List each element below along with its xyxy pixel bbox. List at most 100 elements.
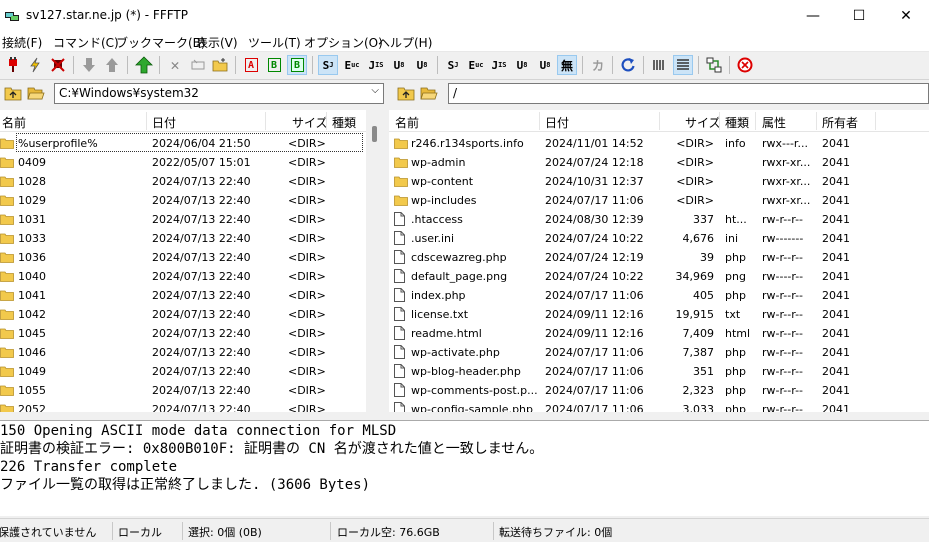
local-header-size[interactable]: サイズ xyxy=(292,114,328,131)
remote-table-row[interactable]: cdscewazreg.php 2024/07/24 12:19 39 php rw-r… xyxy=(389,248,929,267)
local-table-row[interactable]: 1055 2024/07/13 22:40 <DIR> xyxy=(0,381,366,400)
menu-bookmark[interactable]: ブックマーク(B) xyxy=(116,34,206,51)
new-folder-icon[interactable] xyxy=(210,55,230,75)
remote-header-date[interactable]: 日付 xyxy=(545,114,569,131)
kana-conversion-button[interactable]: カ xyxy=(588,55,608,75)
local-header-date[interactable]: 日付 xyxy=(152,114,176,131)
local-table-row[interactable]: 1042 2024/07/13 22:40 <DIR> xyxy=(0,305,366,324)
local-table-row[interactable]: 1036 2024/07/13 22:40 <DIR> xyxy=(0,248,366,267)
remote-table-row[interactable]: r246.r134sports.info 2024/11/01 14:52 <DIR… xyxy=(389,134,929,153)
remote-table-row[interactable]: .htaccess 2024/08/30 12:39 337 ht... rw-r--r… xyxy=(389,210,929,229)
euc-kanji-button[interactable]: Euc xyxy=(342,55,362,75)
download-icon[interactable] xyxy=(79,55,99,75)
remote-file-owner: 2041 xyxy=(822,289,850,302)
quick-connect-icon[interactable] xyxy=(25,55,45,75)
upload-icon[interactable] xyxy=(102,55,122,75)
delete-icon[interactable]: ✕ xyxy=(165,55,185,75)
local-header-name[interactable]: 名前 xyxy=(2,114,26,131)
sync-folders-icon[interactable] xyxy=(704,55,724,75)
remote-utf8-bom-button[interactable]: U8 xyxy=(535,55,555,75)
local-file-size: <DIR> xyxy=(288,384,326,397)
local-table-row[interactable]: 2052 2024/07/13 22:40 <DIR> xyxy=(0,400,366,412)
remote-file-owner: 2041 xyxy=(822,308,850,321)
remote-header-owner[interactable]: 所有者 xyxy=(822,114,858,131)
menu-command[interactable]: コマンド(C) xyxy=(53,34,119,51)
sjis-kanji-button[interactable]: SJ xyxy=(318,55,338,75)
remote-file-size: <DIR> xyxy=(676,175,714,188)
local-table-row[interactable]: 1049 2024/07/13 22:40 <DIR> xyxy=(0,362,366,381)
remote-utf8-button[interactable]: U8 xyxy=(512,55,532,75)
menu-connect[interactable]: 接続(F) xyxy=(2,34,42,51)
parent-folder-icon[interactable] xyxy=(134,55,154,75)
folder-icon xyxy=(0,271,14,282)
remote-table-row[interactable]: wp-content 2024/10/31 12:37 <DIR> rwxr-xr..… xyxy=(389,172,929,191)
remote-table-row[interactable]: wp-comments-post.p... 2024/07/17 11:06 2,3… xyxy=(389,381,929,400)
menu-options[interactable]: オプション(O) xyxy=(304,34,383,51)
minimize-button[interactable]: — xyxy=(790,0,836,32)
remote-table-row[interactable]: readme.html 2024/09/11 12:16 7,409 html rw-r… xyxy=(389,324,929,343)
stop-icon[interactable] xyxy=(735,55,755,75)
local-table-row[interactable]: 1028 2024/07/13 22:40 <DIR> xyxy=(0,172,366,191)
remote-file-type: php xyxy=(725,251,746,264)
local-scroll-thumb[interactable] xyxy=(372,126,377,142)
local-parent-folder-icon[interactable] xyxy=(4,85,22,101)
local-table-row[interactable]: %userprofile% 2024/06/04 21:50 <DIR> xyxy=(0,133,366,153)
local-table-row[interactable]: 0409 2022/05/07 15:01 <DIR> xyxy=(0,153,366,172)
remote-table-row[interactable]: wp-config-sample.php 2024/07/17 11:06 3,03… xyxy=(389,400,929,412)
folder-icon xyxy=(0,176,14,187)
jis-kanji-button[interactable]: J IS xyxy=(366,55,386,75)
remote-table-row[interactable]: wp-blog-header.php 2024/07/17 11:06 351 php… xyxy=(389,362,929,381)
remote-file-attr: rw-r--r-- xyxy=(762,365,804,378)
local-table-row[interactable]: 1041 2024/07/13 22:40 <DIR> xyxy=(0,286,366,305)
local-open-folder-icon[interactable] xyxy=(27,85,45,101)
remote-path-input[interactable]: / xyxy=(448,83,929,104)
utf8-kanji-button[interactable]: U8 xyxy=(389,55,409,75)
local-file-size: <DIR> xyxy=(288,213,326,226)
local-table-row[interactable]: 1033 2024/07/13 22:40 <DIR> xyxy=(0,229,366,248)
maximize-button[interactable]: ☐ xyxy=(836,0,882,32)
remote-header-type[interactable]: 種類 xyxy=(725,114,749,131)
disconnect-icon[interactable] xyxy=(48,55,68,75)
local-file-name: 1029 xyxy=(18,194,46,207)
remote-table-row[interactable]: default_page.png 2024/07/24 10:22 34,969 pn… xyxy=(389,267,929,286)
local-table-row[interactable]: 1029 2024/07/13 22:40 <DIR> xyxy=(0,191,366,210)
remote-euc-button[interactable]: Euc xyxy=(466,55,486,75)
local-table-row[interactable]: 1031 2024/07/13 22:40 <DIR> xyxy=(0,210,366,229)
menu-view[interactable]: 表示(V) xyxy=(196,34,238,51)
menu-help[interactable]: ヘルプ(H) xyxy=(378,34,432,51)
remote-sjis-button[interactable]: SJ xyxy=(443,55,463,75)
close-button[interactable]: ✕ xyxy=(883,0,929,32)
log-panel[interactable]: 150 Opening ASCII mode data connection f… xyxy=(0,420,929,516)
remote-open-folder-icon[interactable] xyxy=(420,85,438,101)
local-table-row[interactable]: 1040 2024/07/13 22:40 <DIR> xyxy=(0,267,366,286)
rename-icon[interactable] xyxy=(188,55,208,75)
details-view-icon[interactable] xyxy=(673,55,693,75)
utf8-bom-kanji-button[interactable]: U8 xyxy=(412,55,432,75)
remote-header-name[interactable]: 名前 xyxy=(395,114,419,131)
local-file-size: <DIR> xyxy=(288,137,326,150)
remote-table-row[interactable]: wp-includes 2024/07/17 11:06 <DIR> rwxr-xr.… xyxy=(389,191,929,210)
remote-table-row[interactable]: .user.ini 2024/07/24 10:22 4,676 ini rw-----… xyxy=(389,229,929,248)
binary-mode-button[interactable]: B xyxy=(264,55,284,75)
list-view-icon[interactable] xyxy=(649,55,669,75)
local-table-row[interactable]: 1046 2024/07/13 22:40 <DIR> xyxy=(0,343,366,362)
ascii-mode-button[interactable]: A xyxy=(241,55,261,75)
remote-header-attr[interactable]: 属性 xyxy=(762,114,786,131)
menu-tools[interactable]: ツール(T) xyxy=(248,34,301,51)
local-table-row[interactable]: 1045 2024/07/13 22:40 <DIR> xyxy=(0,324,366,343)
connect-icon[interactable] xyxy=(3,55,23,75)
remote-parent-folder-icon[interactable] xyxy=(397,85,415,101)
chevron-down-icon[interactable]: ⌵ xyxy=(371,85,379,96)
remote-table-row[interactable]: wp-activate.php 2024/07/17 11:06 7,387 php r… xyxy=(389,343,929,362)
local-header-type[interactable]: 種類 xyxy=(332,114,356,131)
auto-mode-button[interactable]: B xyxy=(287,55,307,75)
remote-table-row[interactable]: index.php 2024/07/17 11:06 405 php rw-r--r--… xyxy=(389,286,929,305)
remote-table-row[interactable]: license.txt 2024/09/11 12:16 19,915 txt rw-r… xyxy=(389,305,929,324)
no-conversion-button[interactable]: 無 xyxy=(557,55,577,75)
local-path-input[interactable]: C:¥Windows¥system32 ⌵ xyxy=(54,83,384,104)
refresh-icon[interactable] xyxy=(618,55,638,75)
remote-jis-button[interactable]: J IS xyxy=(489,55,509,75)
remote-header-size[interactable]: サイズ xyxy=(685,114,721,131)
local-scrollbar[interactable] xyxy=(366,110,383,412)
remote-table-row[interactable]: wp-admin 2024/07/24 12:18 <DIR> rwxr-xr... 2… xyxy=(389,153,929,172)
